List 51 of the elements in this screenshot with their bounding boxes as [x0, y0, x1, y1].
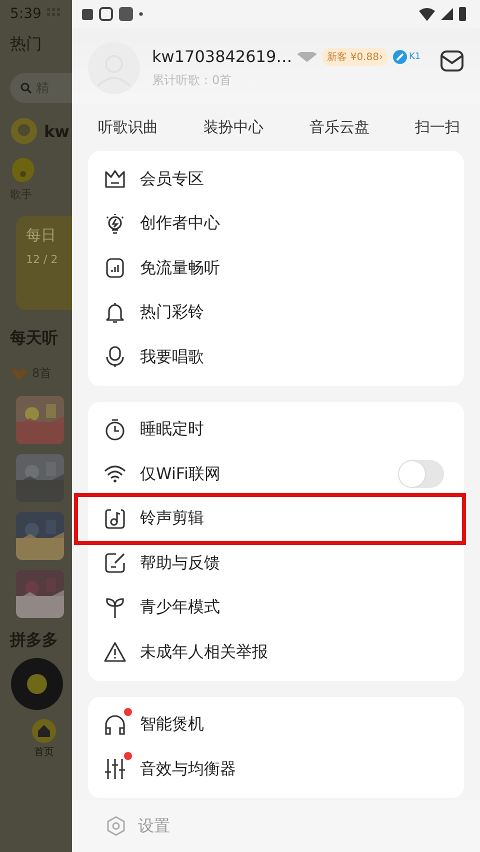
- wifi-icon: [104, 463, 126, 486]
- menu-item[interactable]: 未成年人相关举报: [88, 630, 464, 674]
- toggle-switch[interactable]: [398, 460, 444, 488]
- menu-item[interactable]: 免流量畅听: [88, 246, 464, 290]
- quick-link[interactable]: 装扮中心: [204, 118, 264, 137]
- message-icon[interactable]: [440, 50, 464, 72]
- lightbulb-icon: [104, 212, 126, 235]
- crown-icon: [104, 168, 126, 190]
- singer-icon: [10, 157, 36, 183]
- avatar-icon: [10, 117, 38, 145]
- edit-icon: [104, 552, 126, 574]
- headphones-icon: [104, 714, 126, 736]
- menu-item[interactable]: 创作者中心: [88, 202, 464, 246]
- settings-icon[interactable]: [106, 816, 126, 836]
- menu-item[interactable]: 我要唱歌: [88, 335, 464, 380]
- home-icon[interactable]: [32, 719, 56, 743]
- equalizer-icon: [104, 758, 126, 780]
- card-title: 每日: [26, 226, 56, 245]
- menu-item[interactable]: 仅WiFi联网: [88, 452, 464, 496]
- diamond-icon: [297, 52, 318, 62]
- menu-item[interactable]: 音效与均衡器: [88, 747, 464, 792]
- microphone-icon: [104, 346, 126, 368]
- warning-icon: [104, 641, 126, 664]
- quick-link[interactable]: 扫一扫: [414, 118, 460, 137]
- more-notifications-icon: [139, 12, 143, 16]
- heart-icon: [10, 366, 28, 380]
- listen-count: 累计听歌：0首: [152, 72, 233, 89]
- record-disc-icon[interactable]: [10, 657, 64, 711]
- bell-icon: [104, 302, 126, 324]
- search-icon: [20, 82, 32, 94]
- menu-item[interactable]: 铃声剪辑: [88, 496, 464, 541]
- menu-item[interactable]: 智能煲机: [88, 702, 464, 747]
- menu-item[interactable]: 热门彩铃: [88, 290, 464, 335]
- app-notification-icon: [119, 7, 133, 21]
- timer-icon: [104, 418, 126, 441]
- menu-item[interactable]: 青少年模式: [88, 586, 464, 630]
- music-note-icon: [104, 508, 126, 530]
- battery-icon: [459, 7, 466, 21]
- chart-icon: [104, 257, 126, 280]
- user-name[interactable]: kw1703842619…: [152, 47, 292, 66]
- quick-link[interactable]: 音乐云盘: [309, 118, 370, 137]
- sprout-icon: [104, 596, 126, 619]
- menu-item[interactable]: 会员专区: [88, 157, 464, 202]
- menu-item[interactable]: 睡眠定时: [88, 408, 464, 452]
- menu-item[interactable]: 帮助与反馈: [88, 541, 464, 586]
- cell-signal-icon: [441, 8, 453, 20]
- app-notification-icon: [82, 8, 93, 20]
- card-date: 12 / 2: [26, 253, 58, 266]
- app-notification-icon: [99, 7, 113, 21]
- wifi-signal-icon: [419, 8, 435, 20]
- quick-link[interactable]: 听歌识曲: [98, 118, 158, 137]
